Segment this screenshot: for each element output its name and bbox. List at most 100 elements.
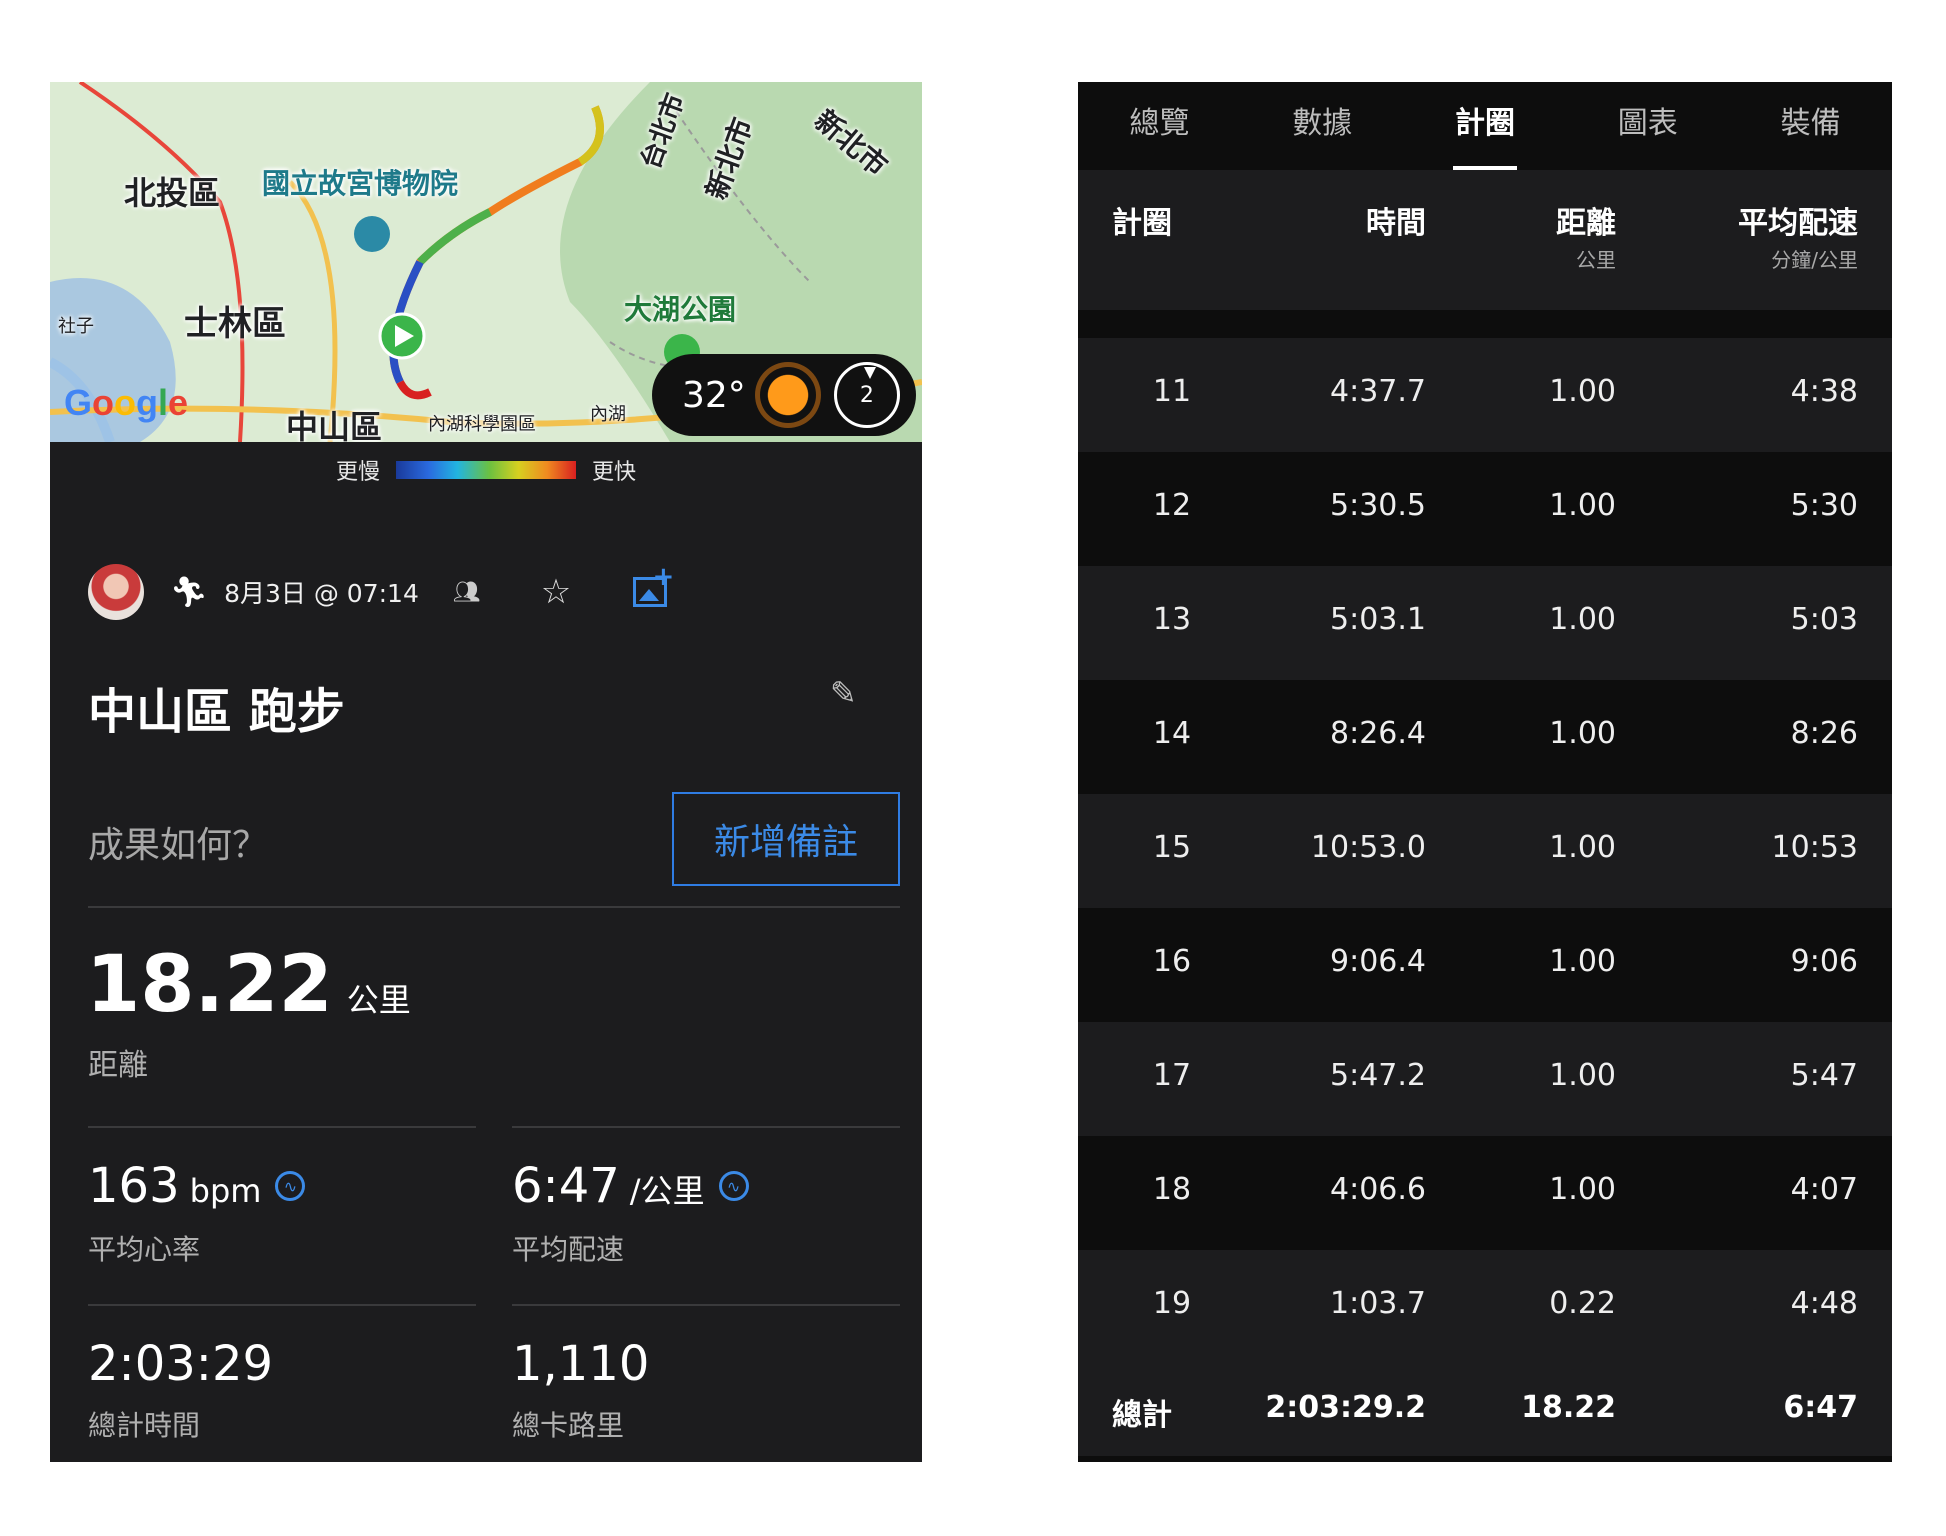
- lap-pace: 6:47: [1783, 1390, 1858, 1425]
- lap-pace: 8:26: [1790, 716, 1858, 751]
- lap-number: 總計: [1112, 1398, 1172, 1433]
- lap-time: 2:03:29.2: [1265, 1390, 1426, 1425]
- pace-zone-icon[interactable]: ∿: [718, 1171, 749, 1201]
- divider: [88, 1304, 476, 1306]
- pace-unit: /公里: [629, 1172, 705, 1210]
- table-row[interactable]: 13 5:03.1 1.00 5:03: [1078, 566, 1892, 680]
- table-row[interactable]: 14 8:26.4 1.00 8:26: [1078, 680, 1892, 794]
- add-photo-icon[interactable]: [633, 562, 674, 607]
- activity-date: 8月3日 @ 07:14: [224, 579, 419, 608]
- map-label-zhongshan: 中山區: [286, 408, 383, 442]
- map-label-dahu-park: 大湖公園: [624, 293, 737, 326]
- divider: [88, 906, 900, 908]
- activity-title: 中山區 跑步: [88, 684, 345, 740]
- distance-label: 距離: [88, 1048, 148, 1083]
- avatar[interactable]: [88, 564, 144, 620]
- lap-time: 5:47.2: [1330, 1058, 1426, 1093]
- lap-pace: 10:53: [1771, 830, 1858, 865]
- lap-distance: 1.00: [1549, 1172, 1616, 1207]
- people-icon[interactable]: 👥︎: [453, 580, 481, 605]
- lap-pace: 4:38: [1790, 374, 1858, 409]
- pace-gradient-bar: [396, 461, 576, 479]
- lap-distance: 1.00: [1549, 716, 1616, 751]
- map-label-neihu-park: 內湖科學園區: [428, 414, 536, 435]
- header-lap: 計圈: [1112, 206, 1172, 241]
- lap-time: 4:06.6: [1330, 1172, 1426, 1207]
- header-distance-unit: 公里: [1576, 248, 1616, 272]
- map-label-neihu: 內湖: [590, 404, 626, 425]
- table-row[interactable]: 15 10:53.0 1.00 10:53: [1078, 794, 1892, 908]
- divider: [512, 1304, 900, 1306]
- distance-unit: 公里: [346, 981, 411, 1019]
- tab-gear[interactable]: 裝備: [1729, 82, 1892, 170]
- table-row[interactable]: 11 4:37.7 1.00 4:38: [1078, 338, 1892, 452]
- activity-meta-row: 🏃︎ 8月3日 @ 07:14 👥︎ ☆: [88, 562, 674, 620]
- lap-distance: 1.00: [1549, 830, 1616, 865]
- legend-faster: 更快: [592, 460, 637, 485]
- lap-pace: 5:30: [1790, 488, 1858, 523]
- laps-panel: 總覽 數據 計圈 圖表 裝備 計圈 時間 距離 公里 平均配速 分鐘/公里 11…: [1078, 82, 1892, 1462]
- lap-number: 14: [1152, 716, 1192, 751]
- feedback-prompt: 成果如何？: [88, 825, 269, 866]
- lap-pace: 9:06: [1790, 944, 1858, 979]
- weather-badge: 32° 2: [652, 354, 916, 436]
- table-row[interactable]: 12 5:30.5 1.00 5:30: [1078, 452, 1892, 566]
- lap-distance: 1.00: [1549, 1058, 1616, 1093]
- pace-label: 平均配速: [512, 1233, 625, 1266]
- table-row[interactable]: 19 1:03.7 0.22 4:48: [1078, 1250, 1892, 1364]
- lap-number: 17: [1152, 1058, 1192, 1093]
- lap-number: 18: [1152, 1172, 1192, 1207]
- add-note-button[interactable]: 新增備註: [672, 792, 900, 886]
- activity-summary-panel: 北投區 國立故宮博物院 士林區 社子 大湖公園 中山區 內湖科學園區 內湖 台北…: [50, 82, 922, 1462]
- map-label-shezi: 社子: [58, 316, 94, 337]
- lap-pace: 4:48: [1790, 1286, 1858, 1321]
- pace-value: 6:47: [512, 1158, 620, 1214]
- lap-pace: 5:03: [1790, 602, 1858, 637]
- table-row[interactable]: 17 5:47.2 1.00 5:47: [1078, 1022, 1892, 1136]
- calories-value: 1,110: [512, 1336, 650, 1392]
- pencil-icon[interactable]: ✎: [830, 674, 857, 712]
- total-time-stat: 2:03:29: [88, 1336, 273, 1392]
- lap-distance: 1.00: [1549, 488, 1616, 523]
- lap-pace: 4:07: [1790, 1172, 1858, 1207]
- heart-rate-label: 平均心率: [88, 1233, 201, 1266]
- header-pace-label: 平均配速: [1738, 206, 1858, 241]
- tab-charts[interactable]: 圖表: [1566, 82, 1729, 170]
- lap-time: 5:30.5: [1330, 488, 1426, 523]
- distance-stat: 18.22 公里: [86, 940, 411, 1030]
- star-icon[interactable]: ☆: [541, 572, 571, 612]
- table-total-row: 總計 2:03:29.2 18.22 6:47: [1078, 1364, 1892, 1456]
- tab-overview[interactable]: 總覽: [1078, 82, 1241, 170]
- lap-number: 12: [1152, 488, 1192, 523]
- calories-label: 總卡路里: [512, 1409, 625, 1442]
- lap-pace: 5:47: [1790, 1058, 1858, 1093]
- lap-time: 10:53.0: [1310, 830, 1426, 865]
- running-icon: 🏃︎: [170, 574, 209, 610]
- tab-laps[interactable]: 計圈: [1404, 82, 1567, 170]
- laps-table-header: 計圈 時間 距離 公里 平均配速 分鐘/公里: [1078, 170, 1892, 310]
- tab-stats[interactable]: 數據: [1241, 82, 1404, 170]
- wind-speed: 2: [859, 382, 874, 408]
- lap-number: 19: [1152, 1286, 1192, 1321]
- lap-distance: 0.22: [1549, 1286, 1616, 1321]
- pace-stat: 6:47 /公里 ∿: [512, 1158, 749, 1214]
- sun-icon: [759, 367, 816, 423]
- lap-time: 4:37.7: [1330, 374, 1426, 409]
- lap-number: 13: [1152, 602, 1192, 637]
- wind-icon: 2: [833, 362, 900, 428]
- distance-value: 18.22: [86, 940, 333, 1030]
- legend-slower: 更慢: [335, 460, 380, 485]
- table-row[interactable]: 18 4:06.6 1.00 4:07: [1078, 1136, 1892, 1250]
- heart-rate-zone-icon[interactable]: ∿: [275, 1171, 306, 1201]
- map-label-beitou: 北投區: [124, 174, 221, 212]
- total-time-value: 2:03:29: [88, 1336, 274, 1392]
- lap-number: 16: [1152, 944, 1192, 979]
- route-map[interactable]: 北投區 國立故宮博物院 士林區 社子 大湖公園 中山區 內湖科學園區 內湖 台北…: [50, 82, 922, 442]
- lap-distance: 1.00: [1549, 602, 1616, 637]
- lap-time: 1:03.7: [1330, 1286, 1426, 1321]
- calories-stat: 1,110: [512, 1336, 649, 1392]
- divider: [512, 1126, 900, 1128]
- map-label-palace-museum: 國立故宮博物院: [262, 167, 459, 200]
- table-row[interactable]: 16 9:06.4 1.00 9:06: [1078, 908, 1892, 1022]
- lap-number: 15: [1152, 830, 1192, 865]
